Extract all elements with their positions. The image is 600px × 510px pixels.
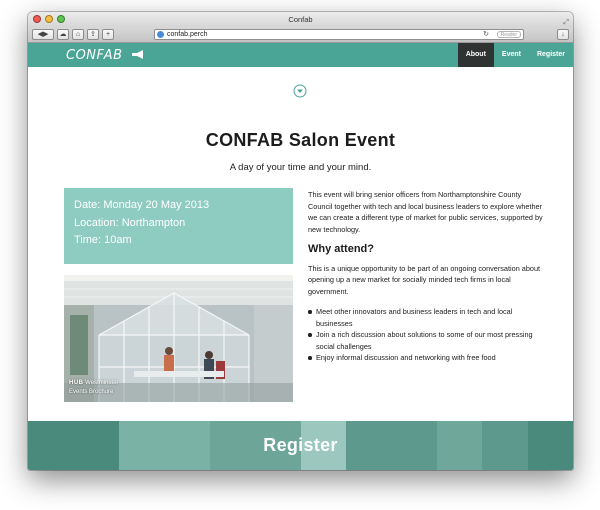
list-item: Join a rich discussion about solutions t… xyxy=(308,329,543,352)
icloud-tabs-icon[interactable]: ☁ xyxy=(57,29,69,40)
photo-caption: HUB Westminster Events Brochure xyxy=(69,379,118,397)
why-attend-paragraph: This is a unique opportunity to be part … xyxy=(308,263,541,296)
title-bar: Confab ⤢ xyxy=(28,12,573,27)
list-item: Enjoy informal discussion and networking… xyxy=(308,352,543,364)
register-button[interactable]: Register xyxy=(28,435,573,456)
add-bookmark-icon[interactable]: + xyxy=(102,29,114,40)
share-icon[interactable]: ⇪ xyxy=(87,29,99,40)
site-nav: About Event Register xyxy=(457,43,573,67)
forward-icon[interactable]: ▶ xyxy=(43,31,48,38)
event-location: Location: Northampton xyxy=(74,216,186,229)
browser-window: Confab ⤢ ◀▶ ☁ ⌂ ⇪ + confab.perch ↻ Reade… xyxy=(28,12,573,470)
event-description: This event will bring senior officers fr… xyxy=(308,189,543,364)
event-date: Date: Monday 20 May 2013 xyxy=(74,199,210,211)
browser-toolbar: ◀▶ ☁ ⌂ ⇪ + confab.perch ↻ Reader ↓ xyxy=(28,27,573,43)
minimize-window-button[interactable] xyxy=(45,15,53,23)
home-icon[interactable]: ⌂ xyxy=(72,29,84,40)
window-title: Confab xyxy=(288,15,313,24)
scroll-down-icon[interactable] xyxy=(293,84,307,98)
why-attend-heading: Why attend? xyxy=(308,243,374,255)
site-navbar: CONFAB About Event Register xyxy=(28,43,573,67)
close-window-button[interactable] xyxy=(33,15,41,23)
address-text: confab.perch xyxy=(167,31,208,38)
reader-button[interactable]: Reader xyxy=(496,31,521,38)
photo-caption-line2: Events Brochure xyxy=(69,389,114,395)
downloads-icon[interactable]: ↓ xyxy=(557,29,569,40)
benefits-list: Meet other innovators and business leade… xyxy=(308,306,543,364)
page-title: CONFAB Salon Event xyxy=(205,130,396,150)
address-bar[interactable]: confab.perch ↻ Reader xyxy=(154,29,524,40)
nav-register[interactable]: Register xyxy=(529,43,573,67)
page-subtitle: A day of your time and your mind. xyxy=(229,162,372,173)
web-page: CONFAB About Event Register CONFAB Salon… xyxy=(28,43,573,470)
globe-icon xyxy=(157,31,164,38)
event-details-box: Date: Monday 20 May 2013 Location: North… xyxy=(64,188,293,264)
intro-paragraph: This event will bring senior officers fr… xyxy=(308,190,543,234)
nav-about[interactable]: About xyxy=(457,43,494,67)
window-controls xyxy=(33,15,65,23)
event-time: Time: 10am xyxy=(74,234,132,246)
nav-event[interactable]: Event xyxy=(494,43,529,67)
zoom-window-button[interactable] xyxy=(57,15,65,23)
megaphone-icon xyxy=(132,50,143,59)
photo-caption-hub: HUB xyxy=(69,380,84,386)
reload-icon[interactable]: ↻ xyxy=(483,30,489,39)
event-photo: HUB Westminster Events Brochure xyxy=(64,275,293,402)
photo-caption-hub-suffix: Westminster xyxy=(85,380,119,386)
back-forward-buttons[interactable]: ◀▶ xyxy=(32,29,54,40)
site-logo[interactable]: CONFAB xyxy=(66,48,123,63)
list-item: Meet other innovators and business leade… xyxy=(308,306,543,329)
